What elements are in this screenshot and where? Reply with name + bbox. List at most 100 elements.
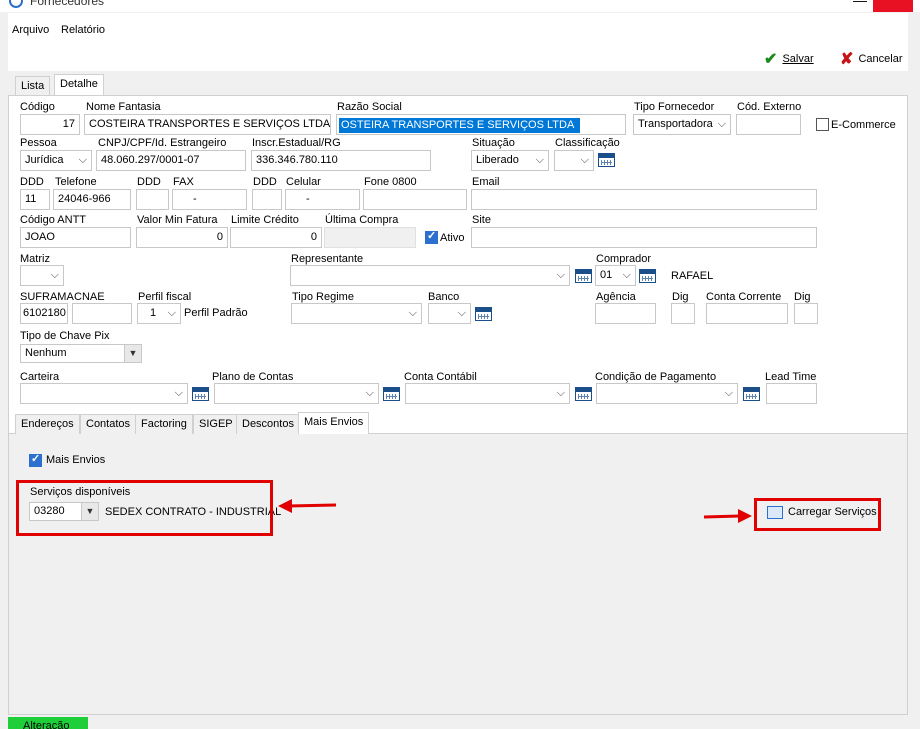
lead-label: Lead Time bbox=[765, 371, 817, 383]
calendar-icon[interactable] bbox=[743, 387, 760, 401]
tab-descontos[interactable]: Descontos bbox=[236, 414, 300, 434]
lead-field[interactable] bbox=[766, 383, 817, 404]
pessoa-label: Pessoa bbox=[20, 137, 57, 149]
site-field[interactable] bbox=[471, 227, 817, 248]
menu-relatorio[interactable]: Relatório bbox=[61, 24, 105, 36]
razao-social-field[interactable]: OSTEIRA TRANSPORTES E SERVIÇOS LTDA bbox=[336, 114, 626, 135]
status-mode: Alteração bbox=[23, 720, 70, 729]
representante-label: Representante bbox=[291, 253, 364, 265]
pessoa-select[interactable]: Jurídica ⌵ bbox=[20, 150, 92, 171]
perfil-select[interactable]: 1 ⌵ bbox=[137, 303, 181, 324]
calendar-icon[interactable] bbox=[192, 387, 209, 401]
banco-select[interactable]: ⌵ bbox=[428, 303, 471, 324]
tipo-fornecedor-select[interactable]: Transportadora ⌵ bbox=[633, 114, 731, 135]
calendar-icon[interactable] bbox=[575, 269, 592, 283]
ultima-compra-label: Última Compra bbox=[325, 214, 399, 226]
title-bar: Fornecedores — bbox=[0, 0, 920, 12]
suframa-label: SUFRAMA bbox=[20, 291, 74, 303]
limite-field[interactable]: 0 bbox=[230, 227, 322, 248]
mais-envios-checkbox[interactable] bbox=[29, 452, 42, 467]
limite-label: Limite Crédito bbox=[231, 214, 299, 226]
calendar-icon[interactable] bbox=[575, 387, 592, 401]
chevron-down-icon: ⌵ bbox=[724, 387, 733, 399]
window-title: Fornecedores bbox=[30, 0, 105, 8]
pix-label: Tipo de Chave Pix bbox=[20, 330, 110, 342]
tab-factoring[interactable]: Factoring bbox=[135, 414, 193, 434]
pagamento-select[interactable]: ⌵ bbox=[596, 383, 738, 404]
razao-social-selection: OSTEIRA TRANSPORTES E SERVIÇOS LTDA bbox=[339, 118, 581, 133]
cod-externo-field[interactable] bbox=[736, 114, 801, 135]
chevron-down-icon: ⌵ bbox=[556, 269, 565, 281]
fone0800-field[interactable] bbox=[363, 189, 467, 210]
matriz-select[interactable]: ⌵ bbox=[20, 265, 64, 286]
codigo-field[interactable]: 17 bbox=[20, 114, 80, 135]
mais-envios-panel: Mais Envios Serviços disponíveis 03280 ▼… bbox=[9, 434, 907, 714]
conta-field[interactable] bbox=[706, 303, 788, 324]
close-button[interactable] bbox=[873, 0, 913, 12]
cancel-button[interactable]: ✘ Cancelar bbox=[840, 49, 903, 69]
situacao-label: Situação bbox=[472, 137, 515, 149]
comprador-name: RAFAEL bbox=[671, 270, 714, 282]
tab-lista[interactable]: Lista bbox=[15, 76, 51, 96]
matriz-label: Matriz bbox=[20, 253, 50, 265]
menu-toolbar: Arquivo Relatório ✔ Salvar ✘ Cancelar bbox=[8, 13, 908, 71]
tipo-regime-select[interactable]: ⌵ bbox=[291, 303, 422, 324]
checkmark-icon: ✔ bbox=[764, 51, 778, 68]
nome-fantasia-field[interactable]: COSTEIRA TRANSPORTES E SERVIÇOS LTDA bbox=[84, 114, 331, 135]
x-icon: ✘ bbox=[840, 51, 854, 68]
dig2-field[interactable] bbox=[794, 303, 818, 324]
dig1-field[interactable] bbox=[671, 303, 695, 324]
contabil-label: Conta Contábil bbox=[404, 371, 477, 383]
valor-min-field[interactable]: 0 bbox=[136, 227, 228, 248]
ddd2-field[interactable] bbox=[136, 189, 169, 210]
cnae-field[interactable] bbox=[72, 303, 132, 324]
agencia-field[interactable] bbox=[595, 303, 656, 324]
dig2-label: Dig bbox=[794, 291, 811, 303]
comprador-select[interactable]: 01 ⌵ bbox=[595, 265, 636, 286]
representante-select[interactable]: ⌵ bbox=[290, 265, 570, 286]
ddd1-label: DDD bbox=[20, 176, 44, 188]
suframa-field[interactable]: 6102180 bbox=[20, 303, 68, 324]
tab-mais-envios[interactable]: Mais Envios bbox=[298, 412, 370, 434]
calendar-icon[interactable] bbox=[383, 387, 400, 401]
celular-field[interactable]: - bbox=[285, 189, 360, 210]
pagamento-label: Condição de Pagamento bbox=[595, 371, 717, 383]
menu-arquivo[interactable]: Arquivo bbox=[12, 24, 49, 36]
inscr-field[interactable]: 336.346.780.110 bbox=[251, 150, 431, 171]
classificacao-select[interactable]: ⌵ bbox=[554, 150, 594, 171]
classificacao-label: Classificação bbox=[555, 137, 620, 149]
situacao-select[interactable]: Liberado ⌵ bbox=[471, 150, 549, 171]
ddd3-field[interactable] bbox=[252, 189, 282, 210]
telefone-label: Telefone bbox=[55, 176, 97, 188]
plano-select[interactable]: ⌵ bbox=[214, 383, 379, 404]
save-button[interactable]: ✔ Salvar bbox=[764, 49, 814, 69]
minimize-button[interactable]: — bbox=[853, 0, 867, 8]
carteira-select[interactable]: ⌵ bbox=[20, 383, 188, 404]
calendar-icon[interactable] bbox=[598, 153, 615, 167]
nome-fantasia-label: Nome Fantasia bbox=[86, 101, 161, 113]
ecommerce-checkbox[interactable] bbox=[816, 118, 829, 131]
razao-social-label: Razão Social bbox=[337, 101, 402, 113]
status-badge: Alteração bbox=[8, 717, 88, 729]
ecommerce-label: E-Commerce bbox=[831, 119, 896, 131]
tipo-fornecedor-value: Transportadora bbox=[638, 118, 713, 130]
cnpj-field[interactable]: 48.060.297/0001-07 bbox=[96, 150, 246, 171]
contabil-select[interactable]: ⌵ bbox=[405, 383, 570, 404]
calendar-icon[interactable] bbox=[475, 307, 492, 321]
fax-field[interactable]: - bbox=[172, 189, 247, 210]
antt-field[interactable]: JOAO bbox=[20, 227, 131, 248]
telefone-field[interactable]: 24046-966 bbox=[53, 189, 131, 210]
fax-value: - bbox=[193, 193, 197, 205]
calendar-icon[interactable] bbox=[639, 269, 656, 283]
tab-enderecos[interactable]: Endereços bbox=[15, 414, 80, 434]
pix-select[interactable]: Nenhum ▼ bbox=[20, 344, 142, 363]
chevron-down-icon: ⌵ bbox=[174, 387, 183, 399]
codigo-label: Código bbox=[20, 101, 55, 113]
tab-detalhe[interactable]: Detalhe bbox=[54, 74, 104, 96]
tab-contatos[interactable]: Contatos bbox=[80, 414, 137, 434]
ddd1-field[interactable]: 11 bbox=[20, 189, 50, 210]
tab-sigep[interactable]: SIGEP bbox=[193, 414, 239, 434]
dropdown-button[interactable]: ▼ bbox=[124, 345, 141, 362]
email-field[interactable] bbox=[471, 189, 817, 210]
ativo-checkbox[interactable] bbox=[425, 229, 438, 244]
